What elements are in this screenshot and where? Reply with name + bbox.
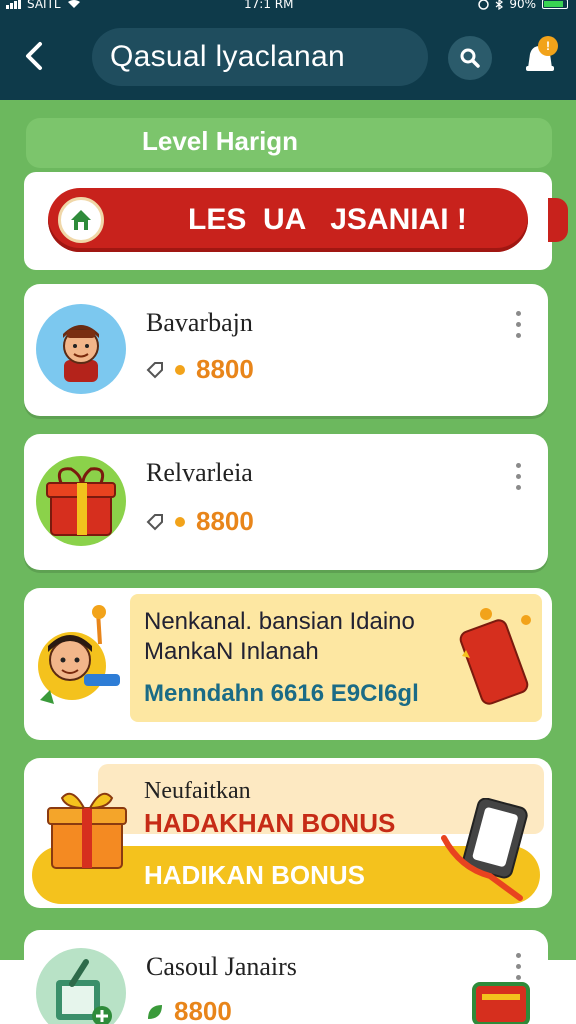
item-reward: 8800 [146, 354, 254, 385]
item-reward: 8800 [146, 996, 232, 1024]
coin-icon [175, 364, 185, 375]
bluetooth-icon [495, 0, 504, 10]
item-title: Casoul Janairs [146, 952, 297, 981]
promo-line-2: MankaN Inlanah [144, 638, 319, 665]
phone-icon [456, 600, 540, 706]
chevron-left-icon [26, 42, 42, 70]
item-title: Relvarleia [146, 458, 253, 487]
tag-icon [146, 513, 163, 530]
wifi-icon [67, 0, 80, 8]
reward-amount: 8800 [174, 996, 232, 1024]
list-item[interactable]: Bavarbajn 8800 [24, 284, 548, 416]
level-banner[interactable]: LES UA JSANIAI ! [48, 188, 528, 252]
list-item[interactable]: Relvarleia 8800 [24, 434, 548, 570]
alarm-icon [478, 0, 490, 10]
reward-amount: 8800 [196, 354, 254, 384]
home-icon [58, 197, 104, 243]
phone-hand-icon [440, 797, 536, 902]
status-time: 17:1 RM [244, 0, 294, 11]
character-icon [32, 604, 124, 714]
promo-line-1: Nenkanal. bansian Idaino [144, 608, 415, 635]
notification-badge: ! [538, 36, 558, 56]
section-title: Level Harign [142, 126, 299, 156]
battery-fill [544, 1, 563, 7]
gift-icon [44, 786, 130, 876]
search-input[interactable]: Qasual lyaclanan [92, 28, 428, 86]
leaf-icon [148, 1004, 162, 1019]
list-item[interactable]: Casoul Janairs 8800 [24, 930, 548, 1024]
bonus-title: Neufaitkan [144, 778, 251, 804]
back-button[interactable] [14, 36, 54, 76]
clipboard-avatar [36, 948, 126, 1024]
more-options-button[interactable] [508, 306, 528, 342]
search-text: Qasual lyaclanan [110, 40, 345, 73]
battery-icon [542, 0, 568, 9]
battery-percent: 90% [509, 0, 536, 11]
search-icon [460, 48, 480, 68]
gift-box-avatar [36, 456, 126, 546]
item-reward: 8800 [146, 506, 254, 537]
reward-amount: 8800 [196, 506, 254, 536]
bonus-headline: HADAKHAN BONUS [144, 808, 396, 838]
banner-tab [548, 198, 568, 242]
carrier-label: SAITL [27, 0, 61, 11]
item-title: Bavarbajn [146, 308, 253, 337]
tag-icon [146, 361, 163, 378]
red-box-icon [470, 978, 532, 1024]
app-header: Qasual lyaclanan ! [0, 14, 576, 100]
banner-text: LES UA JSANIAI ! [188, 203, 467, 236]
coin-icon [175, 516, 185, 527]
signal-icon [6, 0, 21, 9]
more-options-button[interactable] [508, 458, 528, 494]
character-avatar [36, 304, 126, 394]
bonus-cta-label: HADIKAN BONUS [144, 860, 365, 890]
promo-subtitle: Menndahn 6616 E9CI6gl [144, 680, 419, 707]
search-button[interactable] [448, 36, 492, 80]
status-bar: SAITL 17:1 RM 90% [0, 0, 576, 14]
